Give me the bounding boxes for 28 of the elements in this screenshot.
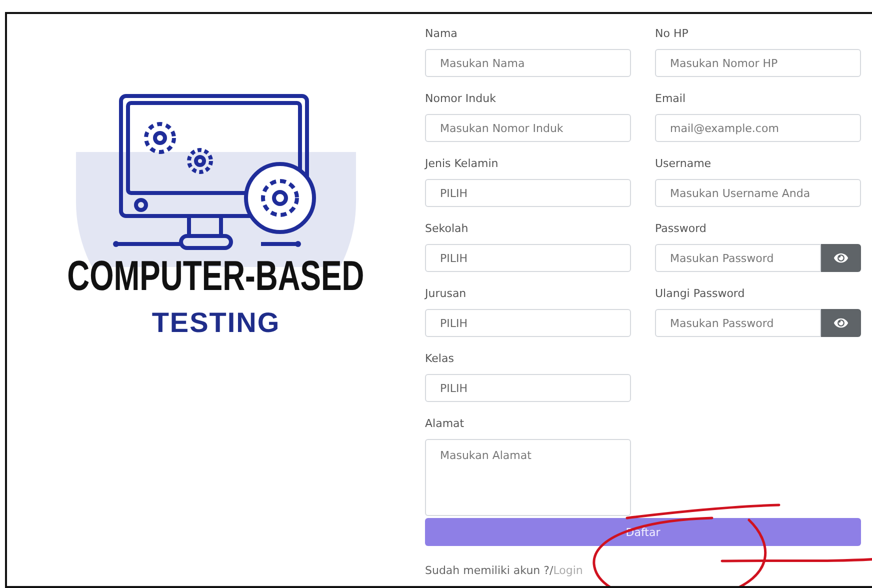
textarea-field[interactable]: Masukan Alamat xyxy=(425,439,631,516)
logo-subtitle: TESTING xyxy=(152,307,280,339)
select-field[interactable]: PILIH xyxy=(425,309,631,337)
input-field[interactable]: Masukan Nama xyxy=(425,49,631,77)
login-link[interactable]: Login xyxy=(553,564,583,577)
field-label: Jurusan xyxy=(425,286,468,302)
input-field[interactable]: Masukan Nomor HP xyxy=(655,49,861,77)
field-label: Email xyxy=(655,91,687,107)
password-field[interactable]: Masukan Password xyxy=(655,244,821,272)
field-label: Ulangi Password xyxy=(655,286,746,302)
field-label: Jenis Kelamin xyxy=(425,156,500,172)
field-label: No HP xyxy=(655,26,690,42)
field-label: Username xyxy=(655,156,712,172)
input-field[interactable]: Masukan Username Anda xyxy=(655,179,861,207)
field-label: Nama xyxy=(425,26,458,42)
login-prompt: Sudah memiliki akun ?/ xyxy=(425,564,554,577)
select-field[interactable]: PILIH xyxy=(425,374,631,402)
logo-title: COMPUTER-BASED xyxy=(68,255,364,297)
field-label: Nomor Induk xyxy=(425,91,497,107)
input-field[interactable]: Masukan Nomor Induk xyxy=(425,114,631,142)
select-field[interactable]: PILIH xyxy=(425,244,631,272)
input-field[interactable]: mail@example.com xyxy=(655,114,861,142)
select-field[interactable]: PILIH xyxy=(425,179,631,207)
field-label: Alamat xyxy=(425,416,466,432)
field-label: Password xyxy=(655,221,708,237)
field-label: Kelas xyxy=(425,351,455,367)
password-field[interactable]: Masukan Password xyxy=(655,309,821,337)
field-label: Sekolah xyxy=(425,221,470,237)
